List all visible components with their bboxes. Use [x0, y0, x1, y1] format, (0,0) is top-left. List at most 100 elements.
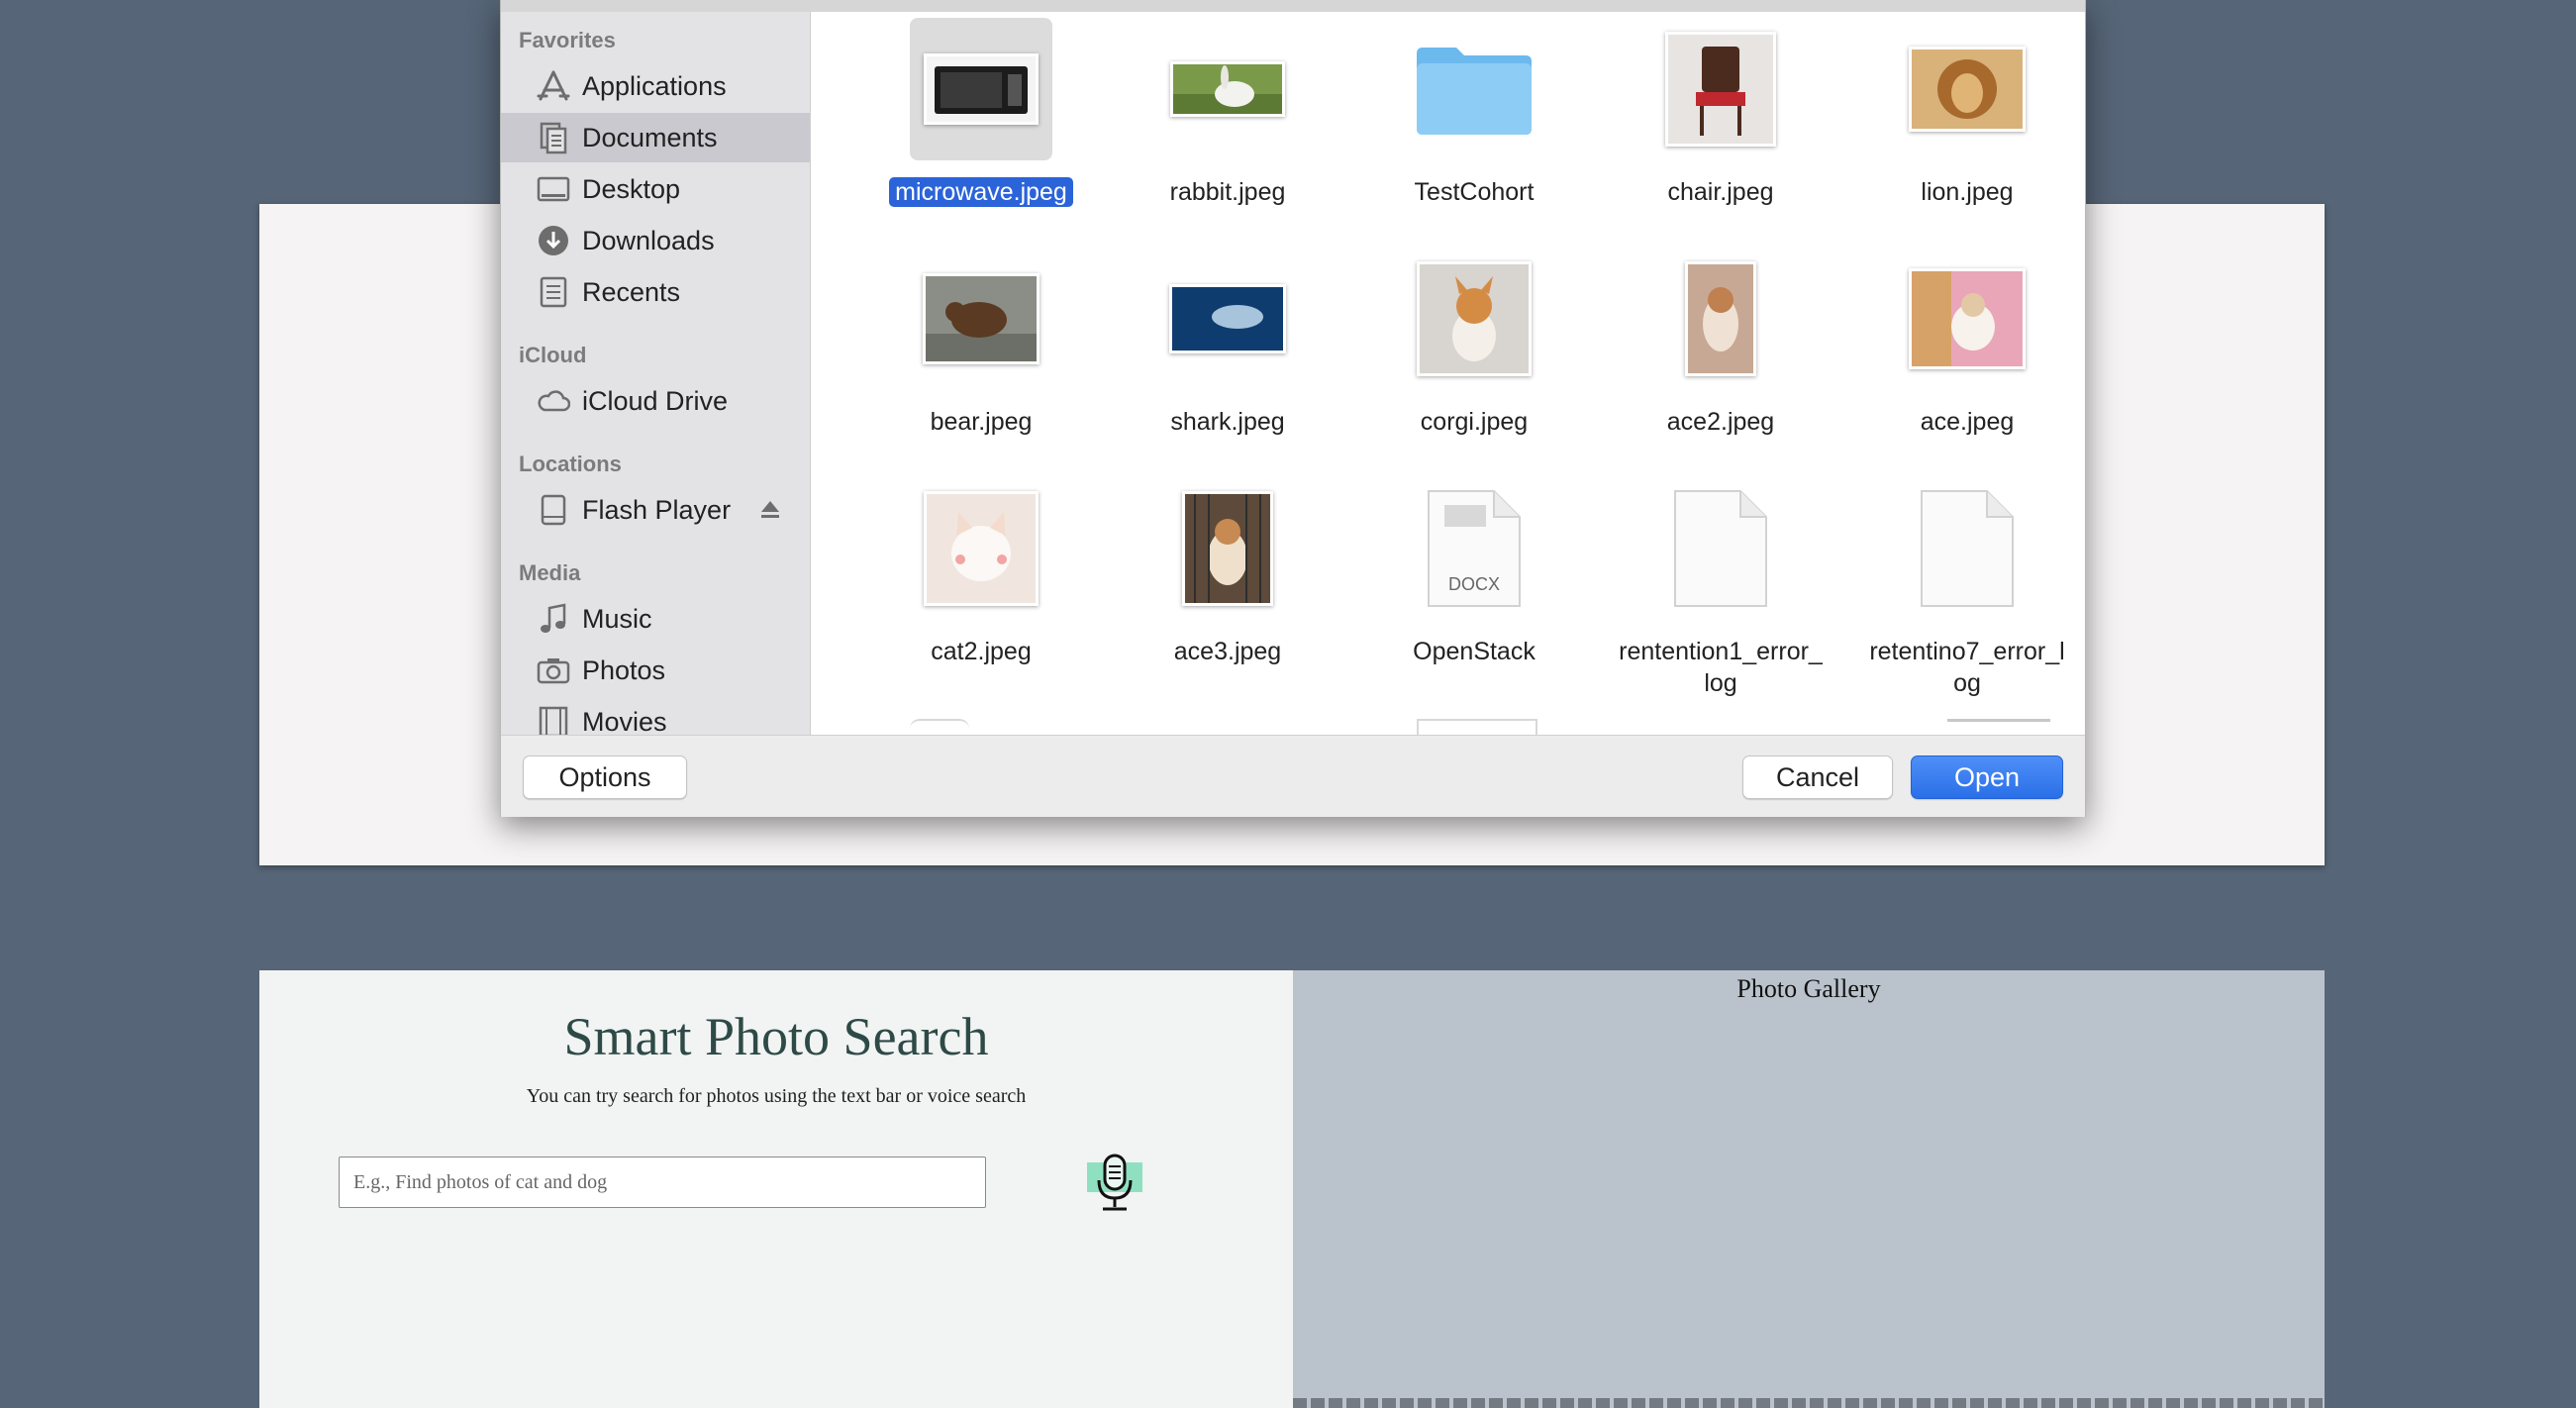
sidebar-item-label: Movies [582, 706, 667, 736]
sidebar-item-recents[interactable]: Recents [501, 267, 810, 317]
sidebar-item-label: Recents [582, 276, 681, 307]
music-icon [537, 602, 570, 636]
lion-thumbnail [1909, 47, 2026, 132]
bear-thumbnail [923, 273, 1040, 364]
eject-icon[interactable] [758, 497, 782, 521]
sidebar-section-locations: Locations [519, 452, 622, 476]
sidebar-item-label: Photos [582, 654, 666, 685]
file-name: TestCohort [1414, 178, 1535, 206]
desktop-icon [537, 172, 570, 206]
file-item-openstack[interactable]: DOCX OpenStack [1360, 479, 1588, 697]
file-item-cat2[interactable]: cat2.jpeg [867, 479, 1095, 697]
file-name-line2: log [1704, 669, 1737, 697]
ace2-thumbnail [1685, 261, 1756, 376]
file-item-ace[interactable]: ace.jpeg [1853, 250, 2081, 448]
file-item-rabbit[interactable]: rabbit.jpeg [1114, 20, 1341, 218]
sidebar-item-music[interactable]: Music [501, 594, 810, 644]
sidebar-item-label: Flash Player [582, 494, 732, 525]
sidebar-item-photos[interactable]: Photos [501, 646, 810, 695]
sidebar-section-favorites: Favorites [519, 28, 616, 52]
file-item-rentention1-error-log[interactable]: rentention1_error_ log [1607, 479, 1834, 697]
file-item-retentino7-error-log[interactable]: retentino7_error_l og [1853, 479, 2081, 697]
cat2-thumbnail [924, 491, 1039, 606]
search-input[interactable] [339, 1157, 986, 1208]
sidebar-item-downloads[interactable]: Downloads [501, 216, 810, 265]
sidebar-item-documents[interactable]: Documents [501, 113, 810, 162]
file-name: cat2.jpeg [931, 638, 1032, 665]
sidebar-item-flash-player[interactable]: Flash Player [501, 485, 810, 535]
gallery-content-strip [1293, 1398, 2325, 1408]
file-name: ace2.jpeg [1666, 408, 1775, 436]
disk-icon [537, 493, 570, 527]
rabbit-thumbnail [1170, 61, 1285, 117]
file-name: OpenStack [1413, 638, 1536, 665]
file-item-shark[interactable]: shark.jpeg [1114, 250, 1341, 448]
file-name: shark.jpeg [1170, 408, 1285, 436]
sidebar-item-icloud-drive[interactable]: iCloud Drive [501, 376, 810, 426]
file-item-corgi[interactable]: corgi.jpeg [1360, 250, 1588, 448]
docx-badge: DOCX [1447, 574, 1500, 594]
file-name: lion.jpeg [1921, 178, 2014, 206]
shark-thumbnail [1169, 284, 1286, 353]
microphone-icon[interactable] [1087, 1153, 1142, 1212]
partial-file-icon[interactable] [1947, 719, 2050, 735]
ace3-thumbnail [1182, 491, 1273, 606]
file-grid: microwave.jpeg rabbit.jpeg TestCohort ch… [811, 12, 2085, 735]
sidebar-section-media: Media [519, 560, 581, 585]
sidebar-item-label: Downloads [582, 225, 715, 255]
file-name: chair.jpeg [1667, 178, 1774, 206]
partial-file-icon[interactable] [1417, 719, 1537, 735]
cloud-icon [537, 384, 570, 418]
file-name-line2: og [1953, 669, 1981, 697]
dialog-top-bar [501, 0, 2085, 12]
open-button[interactable]: Open [1911, 755, 2063, 799]
file-name: bear.jpeg [930, 408, 1033, 436]
camera-icon [537, 654, 570, 687]
document-icon [1674, 490, 1767, 607]
file-item-ace2[interactable]: ace2.jpeg [1607, 250, 1834, 448]
sidebar-item-applications[interactable]: Applications [501, 61, 810, 111]
open-file-dialog: Favorites Applications Documents Desktop… [500, 0, 2086, 817]
page-title: Smart Photo Search [563, 1007, 989, 1066]
applications-icon [537, 69, 570, 103]
folder-icon [1417, 48, 1532, 135]
page-subtitle: You can try search for photos using the … [526, 1085, 1027, 1107]
corgi-thumbnail [1417, 261, 1532, 376]
partial-file-icon[interactable] [910, 719, 969, 735]
file-name: corgi.jpeg [1420, 408, 1529, 436]
options-button[interactable]: Options [523, 755, 687, 799]
sidebar-item-label: Applications [582, 70, 727, 101]
file-name: ace.jpeg [1920, 408, 2015, 436]
file-name: rabbit.jpeg [1169, 178, 1286, 206]
documents-icon [537, 121, 570, 154]
sidebar-item-label: Desktop [582, 173, 681, 204]
film-icon [537, 705, 570, 735]
photo-gallery-panel: Photo Gallery [1293, 970, 2325, 1408]
file-name: microwave.jpeg [889, 177, 1073, 207]
downloads-icon [537, 224, 570, 257]
sidebar-item-label: Music [582, 603, 652, 634]
document-icon [1921, 490, 2014, 607]
dialog-bottom-bar: Options Cancel Open [501, 735, 2085, 817]
chair-thumbnail [1665, 32, 1776, 147]
sidebar: Favorites Applications Documents Desktop… [501, 12, 811, 735]
sidebar-item-movies[interactable]: Movies [501, 697, 810, 735]
gallery-title: Photo Gallery [1736, 974, 1881, 1003]
file-item-microwave[interactable]: microwave.jpeg [867, 18, 1095, 218]
sidebar-item-label: iCloud Drive [582, 385, 729, 416]
ace-thumbnail [1909, 268, 2026, 369]
sidebar-section-icloud: iCloud [519, 343, 587, 367]
file-name: ace3.jpeg [1173, 638, 1282, 665]
cancel-button[interactable]: Cancel [1742, 755, 1893, 799]
file-item-chair[interactable]: chair.jpeg [1607, 20, 1834, 218]
file-item-lion[interactable]: lion.jpeg [1853, 20, 2081, 218]
file-name-line1: rentention1_error_ [1619, 638, 1823, 665]
sidebar-item-label: Documents [582, 122, 718, 152]
file-name-line1: retentino7_error_l [1869, 638, 2065, 665]
file-item-ace3[interactable]: ace3.jpeg [1114, 479, 1341, 697]
sidebar-item-desktop[interactable]: Desktop [501, 164, 810, 214]
recents-icon [537, 275, 570, 309]
file-item-testcohort-folder[interactable]: TestCohort [1360, 20, 1588, 218]
microwave-thumbnail [924, 53, 1039, 125]
file-item-bear[interactable]: bear.jpeg [867, 250, 1095, 448]
